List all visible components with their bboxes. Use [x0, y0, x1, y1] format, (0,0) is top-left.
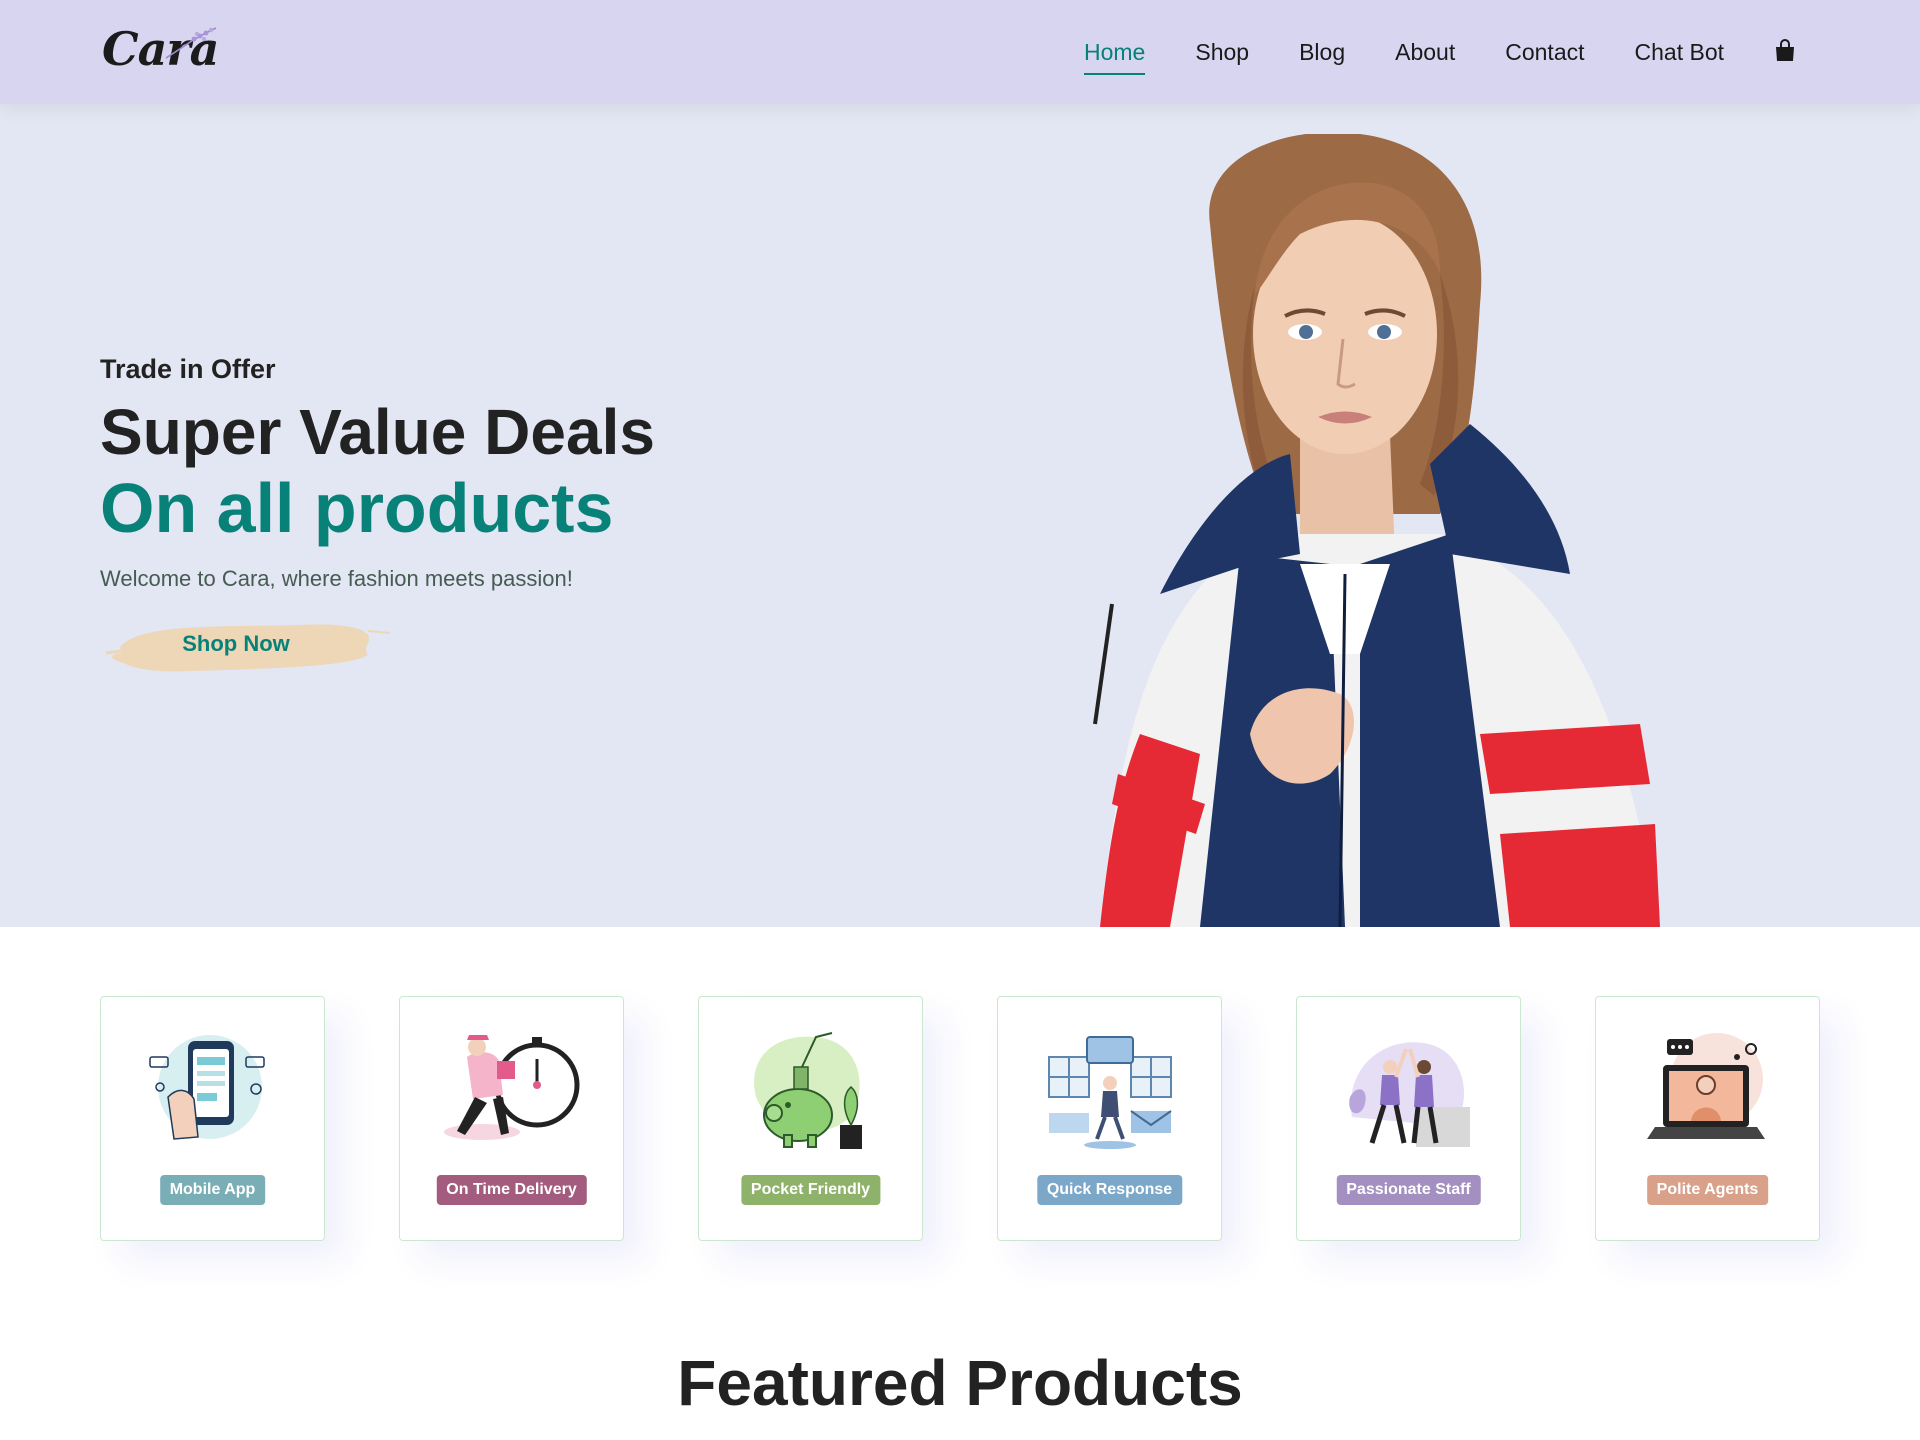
- nav-contact[interactable]: Contact: [1505, 39, 1584, 66]
- shopping-bag-icon[interactable]: [1774, 39, 1796, 65]
- support-agent-icon: [1647, 1033, 1765, 1139]
- feature-label: Pocket Friendly: [740, 1175, 881, 1205]
- nav-blog[interactable]: Blog: [1299, 39, 1345, 66]
- mobile-payment-icon: [149, 1035, 265, 1140]
- feature-box-pocket-friendly[interactable]: Pocket Friendly: [698, 996, 923, 1241]
- shop-now-label: Shop Now: [182, 631, 290, 656]
- hero-title: Super Value Deals: [100, 396, 655, 468]
- featured-products-title: Featured Products: [677, 1347, 1243, 1419]
- features-section: Mobile App On Time Delivery Pocket Frien…: [100, 996, 1820, 1241]
- feature-box-polite-agents[interactable]: Polite Agents: [1595, 996, 1820, 1241]
- lavender-sprig-icon: [165, 27, 217, 59]
- hero-subtitle: On all products: [100, 469, 614, 547]
- feature-label: On Time Delivery: [436, 1175, 587, 1205]
- fashion-model-image: [1093, 134, 1660, 927]
- nav-shop[interactable]: Shop: [1195, 39, 1249, 66]
- logo[interactable]: Cara: [100, 18, 230, 80]
- nav-home[interactable]: Home: [1084, 39, 1146, 75]
- hero-description: Welcome to Cara, where fashion meets pas…: [100, 566, 573, 591]
- hero-kicker: Trade in Offer: [100, 354, 276, 384]
- main-nav: Home Shop Blog About Contact Chat Bot: [1034, 0, 1796, 104]
- delivery-stopwatch-icon: [444, 1035, 580, 1140]
- feature-box-mobile-app[interactable]: Mobile App: [100, 996, 325, 1241]
- quick-response-icon: [1048, 1036, 1172, 1149]
- feature-box-quick-response[interactable]: Quick Response: [997, 996, 1222, 1241]
- high-five-icon: [1349, 1042, 1470, 1147]
- nav-chat-bot[interactable]: Chat Bot: [1635, 39, 1725, 66]
- feature-label: Quick Response: [1036, 1175, 1183, 1205]
- feature-label: Passionate Staff: [1336, 1175, 1481, 1205]
- piggy-bank-icon: [754, 1032, 862, 1149]
- feature-label: Mobile App: [159, 1175, 266, 1205]
- nav-about[interactable]: About: [1395, 39, 1455, 66]
- feature-box-passionate-staff[interactable]: Passionate Staff: [1296, 996, 1521, 1241]
- shop-now-button[interactable]: Shop Now: [105, 617, 418, 675]
- hero-section: Trade in Offer Super Value Deals On all …: [0, 104, 1920, 927]
- feature-box-on-time-delivery[interactable]: On Time Delivery: [399, 996, 624, 1241]
- site-header: Cara Home Shop Blog About Contact Chat B…: [0, 0, 1920, 104]
- feature-label: Polite Agents: [1646, 1175, 1769, 1205]
